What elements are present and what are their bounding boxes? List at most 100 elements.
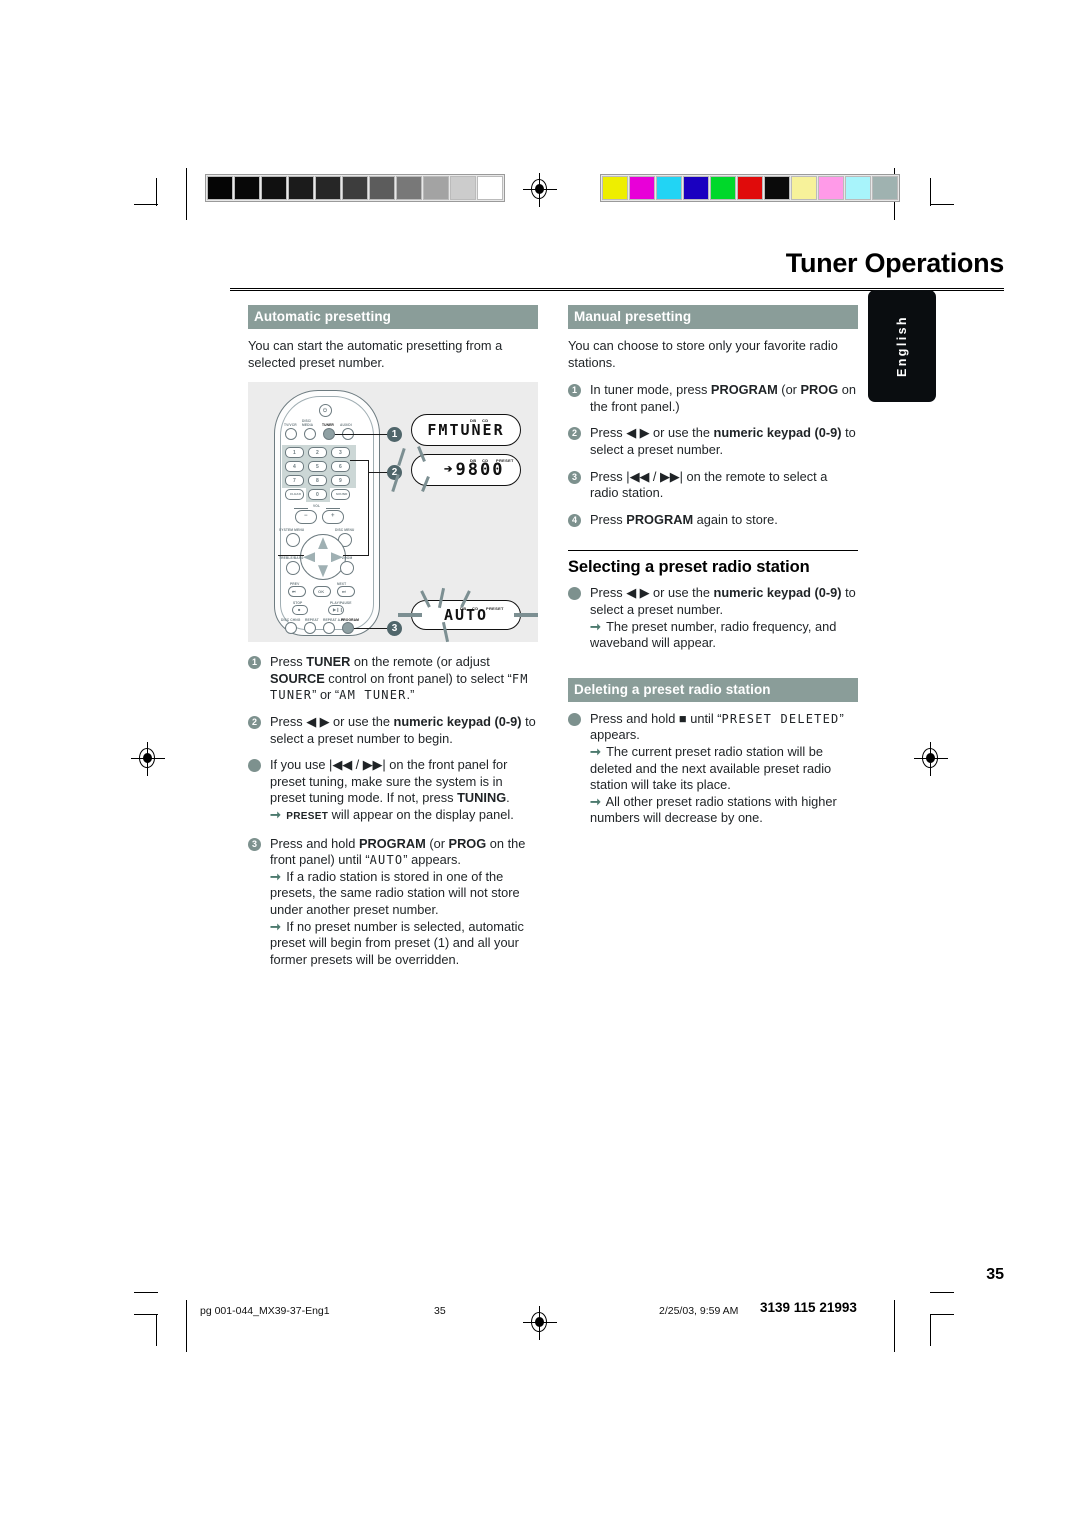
text-run: .”	[406, 687, 415, 703]
text-run: Press	[590, 511, 627, 527]
crop-mark-top-left-inner	[182, 168, 194, 220]
text-run: Press and hold ■ until “	[590, 710, 722, 726]
prev-icon: ⏮	[292, 589, 296, 595]
smallcaps-run: PRESET	[286, 810, 329, 822]
power-icon: ⏻	[323, 408, 328, 415]
lcd-preset-arrow-icon: ➔	[444, 464, 453, 476]
key-8-label: 8	[316, 478, 319, 485]
clear-button-label: CLEAR	[290, 492, 301, 497]
calibration-swatch	[818, 176, 844, 200]
bold-run: PROG	[448, 835, 487, 851]
key-4-label: 4	[293, 464, 296, 471]
step-note: ➞ PRESET will appear on the display pane…	[270, 807, 538, 826]
calibration-swatch	[845, 176, 871, 200]
footer-file-name: pg 001-044_MX39-37-Eng1	[200, 1305, 330, 1317]
bold-run: PROGRAM	[358, 835, 426, 851]
text-run: Press ◀ ▶ or use the	[590, 585, 714, 601]
footer-page-number: 35	[434, 1305, 446, 1317]
instruction-step: 4 Press PROGRAM again to store.	[568, 512, 858, 529]
step-note: ➞ If no preset number is selected, autom…	[270, 919, 538, 969]
arrow-icon: ➞	[270, 806, 281, 822]
step-number-marker: 3	[248, 837, 261, 851]
text-run: ” or “	[312, 687, 340, 703]
language-tab-english: English	[868, 290, 936, 402]
lcd-indicator-cd-2: CD	[482, 458, 489, 464]
ok-button-label: OK	[318, 589, 325, 595]
remote-control-figure: ⏻ TV/VCR DISC/ MEDIA TUNER AUX/DI 1 2 3 …	[248, 382, 538, 643]
calibration-swatch	[791, 176, 817, 200]
calibration-swatch	[315, 176, 341, 200]
label-disc-media-2: MEDIA	[302, 423, 314, 428]
key-1-label: 1	[293, 450, 296, 457]
leader-line-1	[335, 434, 387, 436]
label-zoom: ZOOM	[342, 556, 353, 561]
arrow-icon: ➞	[270, 868, 281, 884]
instruction-step: Press ◀ ▶ or use the numeric keypad (0-9…	[568, 585, 858, 651]
crop-mark-top-right	[912, 178, 954, 220]
text-run: will appear on the display panel.	[328, 806, 514, 822]
key-0-label: 0	[316, 492, 319, 499]
label-tv-vcr: TV/VCR	[284, 423, 297, 428]
label-disc-menu: DISC MENU	[335, 528, 355, 533]
text-run: Press ◀ ▶ or use the	[270, 713, 394, 729]
instruction-step: 2 Press ◀ ▶ or use the numeric keypad (0-…	[248, 714, 538, 747]
registration-target-top	[523, 173, 557, 207]
bold-run: SOURCE	[270, 670, 325, 686]
lcd-text-frequency: 9800	[455, 460, 505, 481]
lcd-indicator-preset-2: PRESET	[496, 458, 514, 464]
bold-run: numeric keypad (0-9)	[713, 425, 842, 441]
calibration-swatch	[342, 176, 368, 200]
leader-line-2-vertical	[368, 460, 370, 557]
bullet-marker	[248, 759, 261, 773]
calibration-swatch	[207, 176, 233, 200]
step-note: ➞ All other preset radio stations with h…	[590, 794, 858, 827]
step-note: ➞ The preset number, radio frequency, an…	[590, 619, 858, 652]
next-button	[337, 586, 355, 598]
bullet-marker	[568, 587, 581, 601]
volume-down-icon: −	[304, 513, 308, 520]
label-vol: VOL	[313, 504, 321, 509]
calibration-swatch	[369, 176, 395, 200]
next-icon: ⏭	[342, 589, 346, 595]
flash-mark-j	[514, 613, 538, 618]
crop-mark-bottom-right	[912, 1290, 954, 1346]
crop-mark-top-left	[134, 178, 174, 218]
text-run: The current preset radio station will be…	[590, 743, 832, 793]
flash-mark-a	[397, 448, 406, 467]
instruction-step: 2 Press ◀ ▶ or use the numeric keypad (0-…	[568, 425, 858, 458]
lcd-indicator-db-2: DB	[470, 458, 477, 464]
crop-mark-bottom-left-inner	[182, 1300, 194, 1352]
instruction-step: 3 Press and hold PROGRAM (or PROG on the …	[248, 836, 538, 969]
heading-manual-presetting: Manual presetting	[568, 305, 858, 329]
intro-manual-presetting: You can choose to store only your favori…	[568, 338, 838, 370]
text-run: If a radio station is stored in one of t…	[270, 868, 520, 917]
label-tuner: TUNER	[322, 423, 334, 428]
bullet-marker	[568, 712, 581, 726]
footer-doc-code: 3139 115 21993	[760, 1300, 857, 1315]
step-note: ➞ The current preset radio station will …	[590, 744, 858, 794]
step-number-marker: 3	[568, 470, 581, 484]
bold-run: numeric keypad (0-9)	[393, 713, 522, 729]
step-number-marker: 2	[568, 427, 581, 441]
calibration-swatch	[477, 176, 503, 200]
deleting-preset-steps: Press and hold ■ until “PRESET DELETED” …	[568, 711, 858, 827]
right-column: Manual presetting You can choose to stor…	[568, 305, 858, 837]
text-run: If no preset number is selected, automat…	[270, 918, 524, 967]
text-run: (or	[777, 382, 801, 398]
arrow-icon: ➞	[590, 618, 601, 634]
calibration-swatch	[450, 176, 476, 200]
language-tab-label: English	[895, 315, 909, 377]
selecting-preset-steps: Press ◀ ▶ or use the numeric keypad (0-9…	[568, 585, 858, 651]
folio-page-number: 35	[986, 1266, 1004, 1283]
intro-automatic-presetting: You can start the automatic presetting f…	[248, 338, 503, 370]
calibration-swatch	[602, 176, 628, 200]
calibration-swatch	[737, 176, 763, 200]
bold-run: numeric keypad (0-9)	[713, 585, 842, 601]
leader-line-2-to-callout	[368, 472, 388, 474]
text-run: Press ◀ ▶ or use the	[590, 425, 714, 441]
lcd-indicator-cd-1: CD	[482, 418, 489, 424]
calibration-swatch	[261, 176, 287, 200]
instruction-step: 3 Press |◀◀ / ▶▶| on the remote to select…	[568, 469, 858, 502]
arrow-icon: ➞	[270, 918, 281, 934]
step-number-marker: 1	[248, 656, 261, 670]
